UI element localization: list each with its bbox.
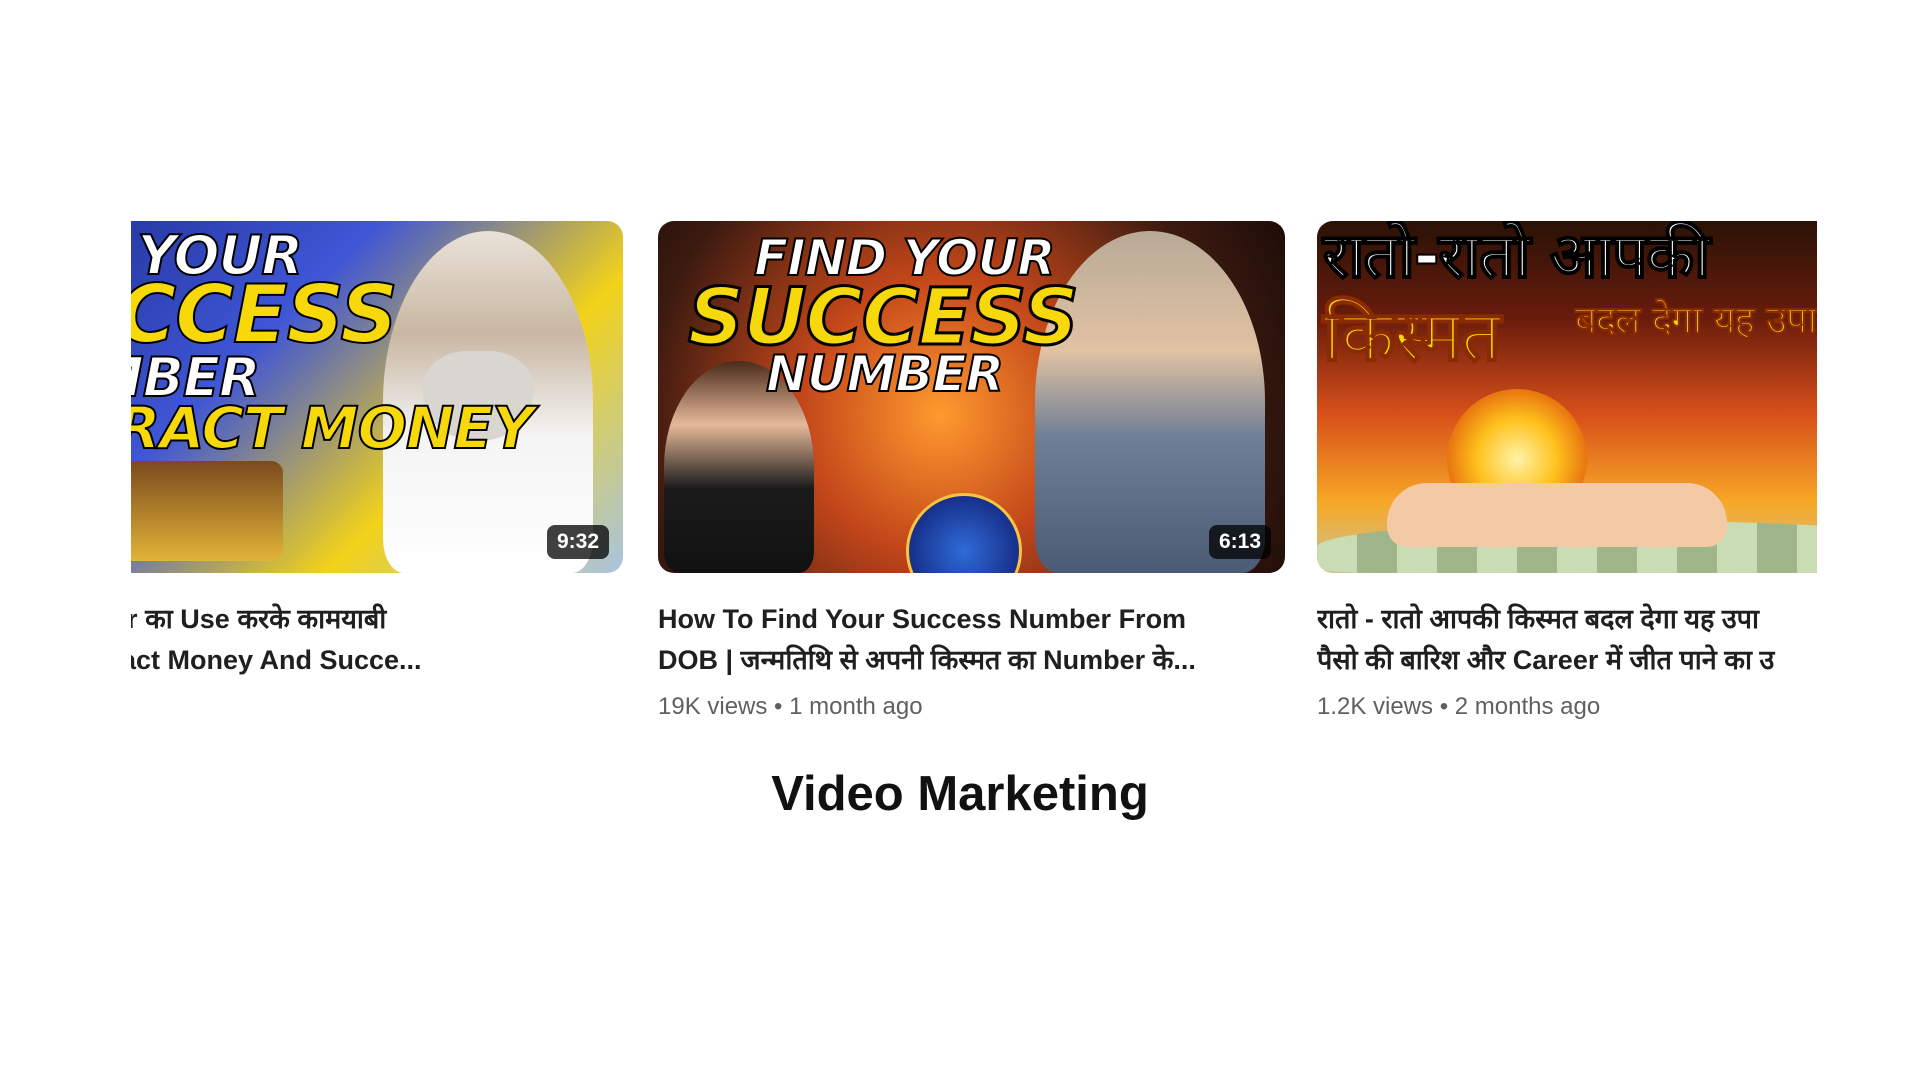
video-title-line: रातो - रातो आपकी किस्मत बदल देगा यह उपा [1317, 604, 1759, 634]
video-meta: · 1 month ago [131, 693, 623, 721]
video-title[interactable]: ess Number का Use करके कामयाबी low To At… [131, 599, 623, 681]
video-title[interactable]: रातो - रातो आपकी किस्मत बदल देगा यह उपा … [1317, 599, 1817, 681]
video-title-line: ess Number का Use करके कामयाबी [131, 604, 387, 634]
video-meta: 19K views • 1 month ago [658, 693, 923, 720]
thumbnail-text: NUMBER [765, 345, 1005, 403]
thumbnail-text: SUCCESS [131, 268, 399, 361]
zodiac-wheel-image [906, 493, 1022, 573]
thumbnail-text: किस्मत [1322, 295, 1502, 377]
video-thumbnail[interactable]: FIND YOUR SUCCESS NUMBER 6:13 [658, 221, 1285, 573]
video-title-line: DOB | जन्मतिथि से अपनी किस्मत का Number … [658, 645, 1196, 675]
duration-badge: 6:13 [1208, 525, 1271, 559]
video-title-line: How To Find Your Success Number From [658, 604, 1187, 634]
video-thumbnail[interactable]: USE YOUR SUCCESS NUMBER ATTRACT MONEY 9:… [131, 221, 623, 573]
video-meta: 1.2K views • 2 months ago [1317, 693, 1601, 720]
video-card[interactable]: USE YOUR SUCCESS NUMBER ATTRACT MONEY 9:… [131, 221, 623, 721]
video-title-line: पैसो की बारिश और Career में जीत पाने का … [1317, 645, 1775, 675]
hand-image [1387, 483, 1727, 547]
video-strip: USE YOUR SUCCESS NUMBER ATTRACT MONEY 9:… [131, 221, 1817, 741]
video-title[interactable]: How To Find Your Success Number From DOB… [658, 599, 1285, 681]
caption: Video Marketing [771, 767, 1149, 821]
thumbnail-text: रातो-रातो आपकी [1322, 221, 1711, 292]
video-thumbnail[interactable]: रातो-रातो आपकी किस्मत बदल देगा यह उपाय [1317, 221, 1817, 573]
duration-badge: 9:32 [546, 525, 609, 559]
thumbnail-text: ATTRACT MONEY [131, 394, 535, 462]
video-title-line: low To Attract Money And Succe... [131, 645, 422, 675]
thumbnail-text: बदल देगा यह उपाय [1574, 298, 1817, 342]
video-card[interactable]: FIND YOUR SUCCESS NUMBER 6:13 How To Fin… [658, 221, 1285, 721]
treasure-chest-image [131, 461, 283, 561]
video-card[interactable]: रातो-रातो आपकी किस्मत बदल देगा यह उपाय र… [1317, 221, 1817, 721]
